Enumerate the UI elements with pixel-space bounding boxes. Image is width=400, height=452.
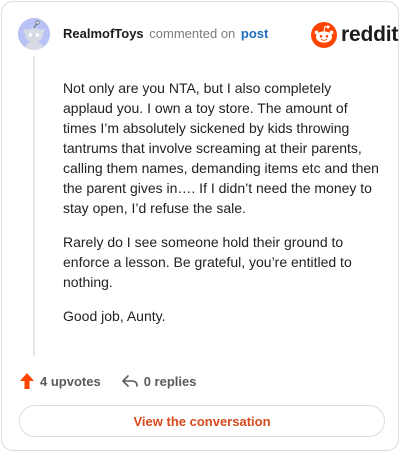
comment-paragraph: Good job, Aunty. <box>63 308 166 324</box>
avatar[interactable] <box>18 18 50 50</box>
comment-paragraph: Not only are you NTA, but I also complet… <box>63 80 379 216</box>
brand-wordmark: reddit <box>341 23 399 46</box>
upvote-arrow-icon <box>20 373 34 389</box>
thread-line <box>33 56 35 356</box>
username[interactable]: RealmofToys <box>63 26 144 41</box>
reply-arrow-icon <box>121 375 138 387</box>
action-text: commented on <box>149 26 236 41</box>
reply-button[interactable]: 0 replies <box>121 373 197 389</box>
reply-count: 0 replies <box>143 373 197 389</box>
comment-embed-card: RealmofToys commented on post reddit Not… <box>1 1 399 451</box>
comment-body: Not only are you NTA, but I also complet… <box>63 78 379 340</box>
reddit-snoo-icon <box>311 22 337 48</box>
comment-actions: 4 upvotes 0 replies <box>19 370 196 392</box>
upvote-button[interactable]: 4 upvotes <box>19 372 101 390</box>
post-link[interactable]: post <box>241 26 268 41</box>
comment-header: RealmofToys commented on post <box>63 26 268 42</box>
snoo-avatar-icon <box>18 18 50 50</box>
view-conversation-button[interactable]: View the conversation <box>19 405 385 437</box>
comment-paragraph: Rarely do I see someone hold their groun… <box>63 234 352 290</box>
reddit-logo[interactable]: reddit <box>311 22 398 48</box>
upvote-count: 4 upvotes <box>40 373 101 389</box>
